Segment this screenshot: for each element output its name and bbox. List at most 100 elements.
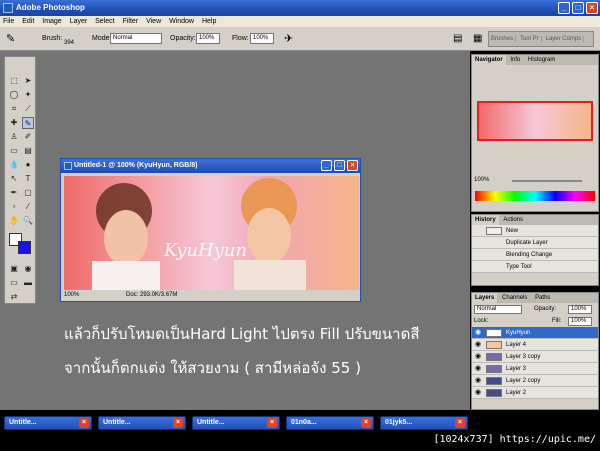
flow-field[interactable]: 100% [250,33,274,44]
tab-layers[interactable]: Layers [472,293,498,303]
doc-close-icon[interactable]: × [347,160,358,171]
eye-icon[interactable]: ◉ [475,341,481,348]
dodge-tool-icon[interactable]: ● [22,159,34,171]
navigator-zoom-slider[interactable] [512,180,582,182]
brush-tool-icon[interactable]: ✎ [6,32,15,45]
well-tab-brushes[interactable]: Brushes [489,36,517,42]
fill-field[interactable]: 100% [568,317,592,326]
blend-mode-select[interactable]: Normal [474,305,522,314]
eye-icon[interactable]: ◉ [475,389,481,396]
notes-tool-icon[interactable]: ▫ [8,201,20,213]
document-zoom[interactable]: 100% [64,292,79,298]
well-tab-layer-comps[interactable]: Layer Comps [544,36,585,42]
menu-select[interactable]: Select [92,16,117,27]
move-tool-icon[interactable]: ➤ [22,75,34,87]
close-icon[interactable]: × [586,2,598,14]
screen-mode-icon[interactable]: ▭ [8,277,20,289]
lasso-tool-icon[interactable]: ◯ [8,89,20,101]
shape-tool-icon[interactable]: ▢ [22,187,34,199]
brush-tool-icon[interactable]: ✎ [22,117,34,129]
background-color-swatch[interactable] [18,241,31,254]
tab-history[interactable]: History [472,215,499,225]
crop-tool-icon[interactable]: ⌗ [8,103,20,115]
taskbar-item[interactable]: Untitle... × [98,416,186,430]
menu-edit[interactable]: Edit [19,16,37,27]
full-screen-mode-icon[interactable]: ▬ [22,277,34,289]
close-icon[interactable]: × [173,418,183,428]
eye-icon[interactable]: ◉ [475,353,481,360]
navigator-zoom[interactable]: 100% [474,177,489,183]
slice-tool-icon[interactable]: ⟋ [22,103,34,115]
maximize-icon[interactable]: □ [572,2,584,14]
layer-row[interactable]: ◉ KyuHyun [472,327,598,339]
marquee-tool-icon[interactable]: ⬚ [8,75,20,87]
layer-row[interactable]: ◉ Layer 2 copy [472,375,598,387]
airbrush-icon[interactable]: ✈ [284,32,293,45]
canvas-image[interactable]: KyuHyun [64,176,359,290]
type-tool-icon[interactable]: T [22,173,34,185]
close-icon[interactable]: × [79,418,89,428]
palette-well-icon[interactable]: ▦ [473,33,482,44]
jump-to-imageready-icon[interactable]: ⇄ [8,291,20,303]
close-icon[interactable]: × [455,418,465,428]
color-spectrum[interactable] [475,191,595,201]
layer-row[interactable]: ◉ Layer 2 [472,387,598,399]
standard-mode-icon[interactable]: ▣ [8,263,20,275]
document-size[interactable]: Doc: 293.0K/3.67M [126,290,177,301]
healing-brush-tool-icon[interactable]: ✚ [8,117,20,129]
minimize-icon[interactable]: _ [558,2,570,14]
tab-info[interactable]: Info [507,55,523,65]
menu-layer[interactable]: Layer [67,16,91,27]
file-browser-icon[interactable]: ▤ [453,33,462,44]
history-item[interactable]: Type Tool [472,261,598,273]
layer-opacity-field[interactable]: 100% [568,305,592,314]
taskbar-item[interactable]: Untitle... × [4,416,92,430]
tab-histogram[interactable]: Histogram [525,55,558,65]
app-title: Adobe Photoshop [16,3,85,12]
layer-row[interactable]: ◉ Layer 4 [472,339,598,351]
tab-actions[interactable]: Actions [500,215,526,225]
close-icon[interactable]: × [267,418,277,428]
menu-image[interactable]: Image [39,16,64,27]
eye-icon[interactable]: ◉ [475,329,481,336]
eye-icon[interactable]: ◉ [475,365,481,372]
gradient-tool-icon[interactable]: ▤ [22,145,34,157]
history-item[interactable]: Blending Change [472,249,598,261]
brush-size[interactable]: 394 [64,40,74,46]
navigator-thumbnail[interactable] [477,101,593,141]
doc-maximize-icon[interactable]: □ [334,160,345,171]
quick-mask-icon[interactable]: ◉ [22,263,34,275]
eye-icon[interactable]: ◉ [475,377,481,384]
layer-row[interactable]: ◉ Layer 3 copy [472,351,598,363]
menu-file[interactable]: File [0,16,17,27]
tab-channels[interactable]: Channels [499,293,530,303]
menu-filter[interactable]: Filter [120,16,142,27]
menu-view[interactable]: View [143,16,164,27]
layer-row[interactable]: ◉ Layer 3 [472,363,598,375]
close-icon[interactable]: × [361,418,371,428]
history-brush-tool-icon[interactable]: ✐ [22,131,34,143]
opacity-field[interactable]: 100% [196,33,220,44]
well-tab-tool-presets[interactable]: Tool Pr [518,36,542,42]
menu-window[interactable]: Window [166,16,197,27]
document-titlebar[interactable]: Untitled-1 @ 100% (KyuHyun, RGB/8) _ □ × [61,159,360,173]
blur-tool-icon[interactable]: 💧 [8,159,20,171]
doc-minimize-icon[interactable]: _ [321,160,332,171]
taskbar-item[interactable]: 01jyk5... × [380,416,468,430]
path-selection-tool-icon[interactable]: ↖ [8,173,20,185]
eraser-tool-icon[interactable]: ▭ [8,145,20,157]
hand-tool-icon[interactable]: ✋ [8,215,20,227]
taskbar-item[interactable]: Untitle... × [192,416,280,430]
tab-navigator[interactable]: Navigator [472,55,506,65]
taskbar-item[interactable]: 01n0a... × [286,416,374,430]
eyedropper-tool-icon[interactable]: ⁄ [22,201,34,213]
zoom-tool-icon[interactable]: 🔍 [22,215,34,227]
tab-paths[interactable]: Paths [532,293,553,303]
history-item[interactable]: New [472,225,598,237]
pen-tool-icon[interactable]: ✒ [8,187,20,199]
history-item[interactable]: Duplicate Layer [472,237,598,249]
clone-stamp-tool-icon[interactable]: ♙ [8,131,20,143]
menu-help[interactable]: Help [199,16,219,27]
mode-select[interactable]: Normal [110,33,162,44]
magic-wand-tool-icon[interactable]: ✦ [22,89,34,101]
